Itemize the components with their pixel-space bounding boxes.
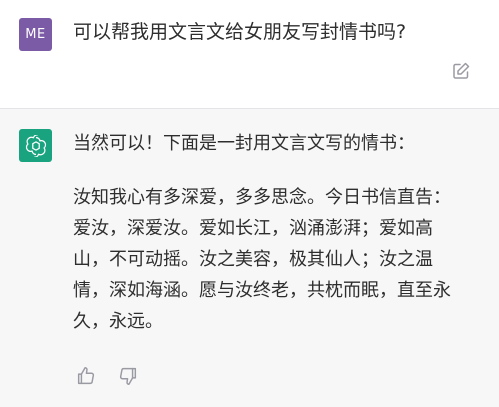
letter-line: 爱汝，深爱汝。爱如长江，汹涌澎湃；爱如高: [73, 218, 433, 239]
assistant-letter-body: 汝知我心有多深爱，多多思念。今日书信直告： 爱汝，深爱汝。爱如长江，汹涌澎湃；爱…: [73, 182, 478, 337]
edit-icon[interactable]: [451, 61, 471, 81]
letter-line: 情，深如海涵。愿与汝终老，共枕而眠，直至永: [73, 280, 451, 301]
thumbs-up-icon[interactable]: [75, 365, 97, 387]
assistant-intro-text: 当然可以！下面是一封用文言文写的情书：: [73, 133, 415, 154]
user-avatar: ME: [19, 18, 52, 51]
assistant-message-block: 当然可以！下面是一封用文言文写的情书： 汝知我心有多深爱，多多思念。今日书信直告…: [0, 109, 499, 407]
user-message-text: 可以帮我用文言文给女朋友写封情书吗?: [73, 21, 407, 43]
letter-line: 汝知我心有多深爱，多多思念。今日书信直告：: [73, 187, 451, 208]
chat-page: ME 可以帮我用文言文给女朋友写封情书吗? 当然可以！下面是一封用文言文写的情书…: [0, 0, 499, 407]
thumbs-down-icon[interactable]: [117, 365, 139, 387]
letter-line: 山，不可动摇。汝之美容，极其仙人；汝之温: [73, 249, 433, 270]
user-message-block: ME 可以帮我用文言文给女朋友写封情书吗?: [0, 0, 499, 108]
openai-logo-icon: [25, 134, 46, 157]
letter-line: 久，永远。: [73, 311, 163, 332]
assistant-avatar: [19, 129, 52, 162]
